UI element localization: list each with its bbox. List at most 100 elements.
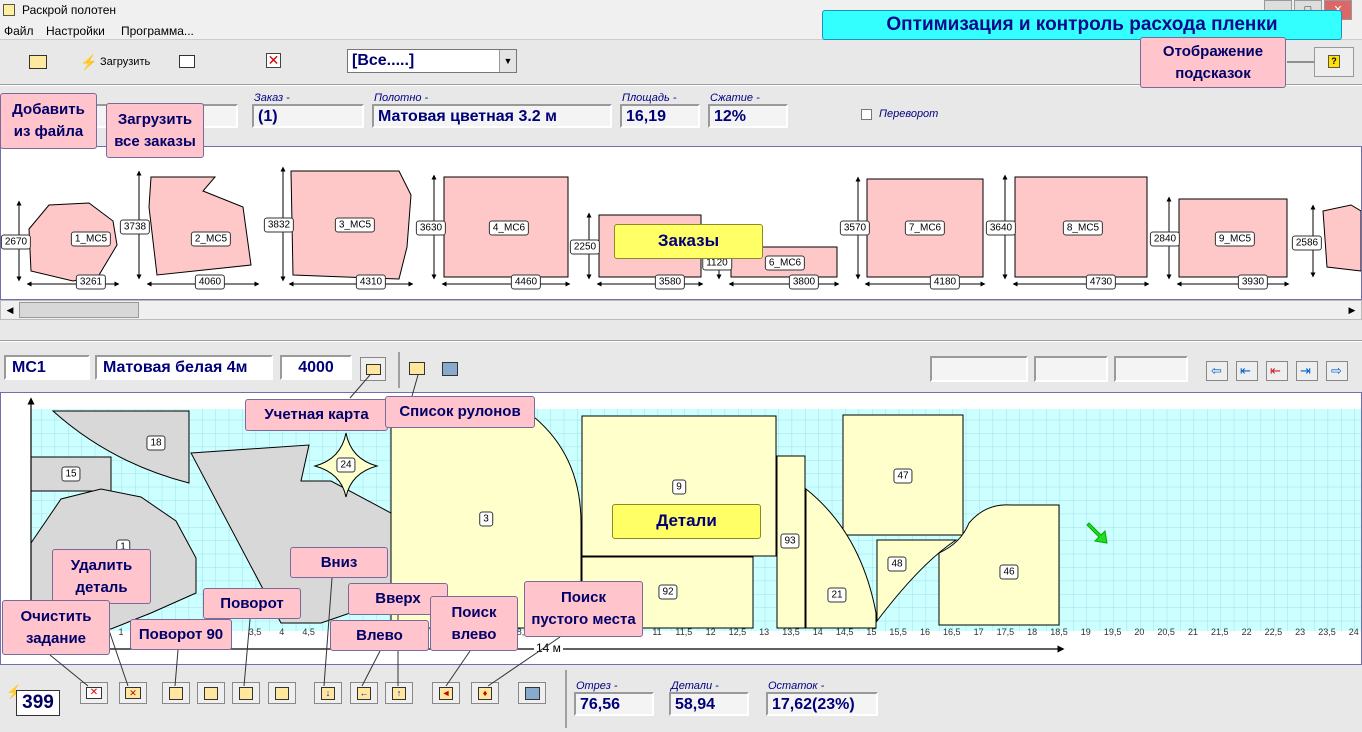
- order-height-label: 2250: [569, 239, 601, 255]
- axis-tick-label: 12,5: [728, 627, 747, 637]
- menu-settings[interactable]: Настройки: [46, 24, 105, 38]
- rotate90b-button[interactable]: [197, 682, 225, 704]
- account-card-button[interactable]: [360, 357, 386, 381]
- order-label: Заказ -: [254, 92, 290, 104]
- callout-orders: Заказы: [614, 224, 763, 259]
- callout-left: Влево: [330, 620, 429, 651]
- shrink-label: Сжатие -: [710, 92, 760, 104]
- load-button[interactable]: Загрузить: [100, 56, 150, 68]
- delete-order-icon[interactable]: ✕: [266, 53, 281, 68]
- axis-tick-label: 16: [919, 627, 931, 637]
- orders-scrollbar[interactable]: ◀ ▶: [0, 300, 1362, 320]
- order-height-label: 3640: [985, 220, 1017, 236]
- order-shape-2[interactable]: [148, 176, 252, 276]
- detail-label: 46: [999, 564, 1019, 580]
- axis-tick-label: 3,5: [248, 627, 262, 637]
- separator: [398, 352, 400, 388]
- nav-next-button[interactable]: ⇨: [1326, 361, 1348, 381]
- status-field-3: [1114, 356, 1188, 382]
- roll-code-field[interactable]: МС1: [4, 355, 90, 380]
- open-folder-icon[interactable]: [29, 55, 47, 69]
- fabric-label: Полотно -: [374, 92, 429, 104]
- arrow-down-icon: ↓: [321, 687, 335, 700]
- callout-rotate: Поворот: [203, 588, 301, 619]
- order-name-label: 3_МС5: [334, 217, 376, 233]
- scroll-thumb[interactable]: [19, 302, 139, 318]
- hints-toggle-button[interactable]: ?: [1314, 47, 1354, 77]
- callout-rotate90: Поворот 90: [130, 619, 232, 650]
- order-name-label: 6_МС6: [764, 255, 806, 271]
- detail-label: 93: [780, 533, 800, 549]
- arrow-remove-icon: ⇤: [1270, 363, 1281, 378]
- order-width-label: 3580: [654, 274, 686, 290]
- card-icon: [366, 364, 381, 375]
- area-field: 16,19: [620, 104, 700, 128]
- scroll-left-icon[interactable]: ◀: [3, 303, 17, 317]
- flip-checkbox[interactable]: [861, 109, 872, 120]
- callout-hints: Отображение подсказок: [1140, 37, 1286, 88]
- move-up-button[interactable]: ↑: [385, 682, 413, 704]
- search-left-button[interactable]: ◄: [432, 682, 460, 704]
- lightning-icon: ⚡: [80, 54, 98, 70]
- clear-icon: ✕: [86, 687, 102, 699]
- detail-label: 3: [479, 511, 493, 527]
- copy-icon[interactable]: [179, 55, 195, 68]
- save-icon[interactable]: [442, 362, 458, 376]
- roll-list-icon[interactable]: [409, 362, 425, 375]
- delete-detail-button[interactable]: ✕: [119, 682, 147, 704]
- arrow-first-icon: ⇤: [1240, 363, 1251, 378]
- axis-tick-label: 21,5: [1211, 627, 1229, 637]
- order-height-label: 2670: [0, 234, 32, 250]
- arrow-last-icon: ⇥: [1300, 363, 1311, 378]
- order-shape-10[interactable]: [1322, 204, 1361, 272]
- nav-first-button[interactable]: ⇤: [1236, 361, 1258, 381]
- roll-fabric-field[interactable]: Матовая белая 4м: [95, 355, 273, 380]
- axis-tick-label: 17,5: [996, 627, 1015, 637]
- menu-program[interactable]: Программа...: [121, 24, 194, 38]
- mirror-button[interactable]: [268, 682, 296, 704]
- order-name-label: 9_МС5: [1214, 231, 1256, 247]
- move-left-button[interactable]: ←: [350, 682, 378, 704]
- axis-tick-label: 4: [279, 627, 285, 637]
- app-icon: [3, 4, 15, 16]
- print-button[interactable]: [518, 682, 546, 704]
- filter-select[interactable]: [Все.....] ▼: [347, 49, 517, 73]
- detail-label: 24: [336, 457, 356, 473]
- window-title: Раскрой полотен: [22, 3, 117, 17]
- axis-tick-label: 1: [118, 627, 124, 637]
- clear-task-button[interactable]: ✕: [80, 682, 108, 704]
- axis-tick-label: 13: [759, 627, 770, 637]
- detail-label: 47: [893, 468, 913, 484]
- axis-tick-label: 16,5: [943, 627, 961, 637]
- rotate-icon: [239, 687, 253, 700]
- axis-tick-label: 15: [866, 627, 877, 637]
- axis-tick-label: 17: [973, 627, 984, 637]
- rotate90-icon: [169, 687, 183, 700]
- axis-tick-label: 21: [1187, 627, 1199, 637]
- axis-tick-label: 13,5: [782, 627, 800, 637]
- rotate90-button[interactable]: [162, 682, 190, 704]
- flip-label: Переворот: [879, 108, 939, 120]
- order-name-label: 8_МС5: [1062, 220, 1104, 236]
- rotate-button[interactable]: [232, 682, 260, 704]
- nav-remove-button[interactable]: ⇤: [1266, 361, 1288, 381]
- axis-tick-label: 18,5: [1050, 627, 1068, 637]
- roll-width-field[interactable]: 4000: [280, 355, 352, 380]
- nav-prev-button[interactable]: ⇦: [1206, 361, 1228, 381]
- menu-file[interactable]: Файл: [4, 24, 34, 38]
- search-empty-button[interactable]: ♦: [471, 682, 499, 704]
- chevron-down-icon[interactable]: ▼: [499, 50, 516, 72]
- detail-label: 92: [658, 584, 678, 600]
- callout-load-all: Загрузить все заказы: [106, 103, 204, 158]
- order-width-label: 4060: [194, 274, 226, 290]
- move-down-button[interactable]: ↓: [314, 682, 342, 704]
- callout-add-file: Добавить из файла: [0, 93, 97, 149]
- detail-label: 21: [827, 587, 847, 603]
- scroll-right-icon[interactable]: ▶: [1345, 303, 1359, 317]
- order-width-label: 4460: [510, 274, 542, 290]
- rotate-ccw-icon: [204, 687, 218, 700]
- arrow-right-icon: ⇨: [1331, 363, 1342, 378]
- rest-field: 17,62(23%): [766, 692, 878, 716]
- callout-search-empty: Поиск пустого места: [524, 581, 643, 637]
- nav-last-button[interactable]: ⇥: [1296, 361, 1318, 381]
